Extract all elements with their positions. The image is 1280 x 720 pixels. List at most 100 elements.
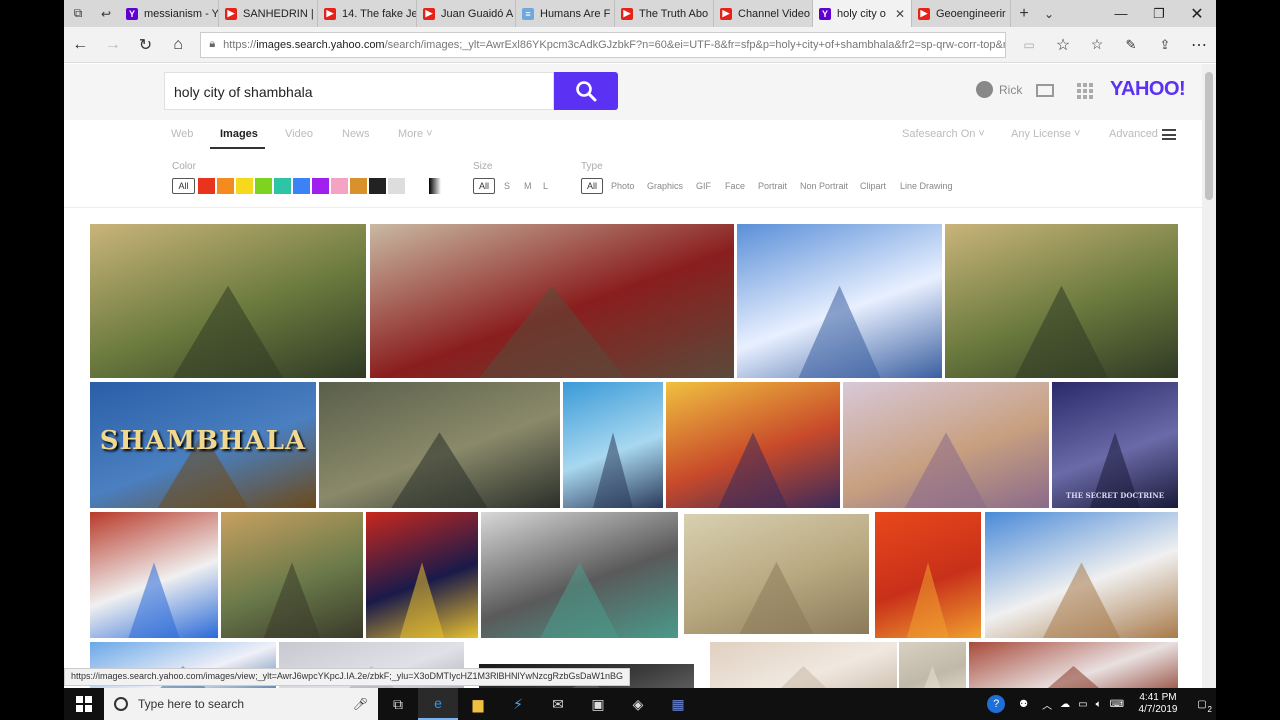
type-nonportrait-option[interactable]: Non Portrait [800,181,848,191]
advanced-link[interactable]: Advanced [1109,128,1158,140]
share-icon[interactable]: ⇪ [1148,27,1182,63]
minimize-button[interactable]: — [1102,0,1140,27]
color-swatch[interactable] [255,178,272,194]
browser-tab[interactable]: Yholy city o ✕ [813,0,912,27]
type-face-option[interactable]: Face [725,181,745,191]
camera-app-icon[interactable]: ▣ [578,688,618,720]
image-thumbnail[interactable] [90,512,218,638]
browser-tab[interactable]: ▶ Juan Guaidó A [417,0,516,27]
apps-grid-icon[interactable] [1077,83,1093,99]
image-thumbnail[interactable] [684,514,869,634]
safesearch-dropdown[interactable]: Safesearch On ˅ [902,128,985,140]
tab-preview-button[interactable]: ⧉ [64,0,92,27]
favorite-star-icon[interactable]: ☆ [1046,27,1080,63]
help-icon[interactable]: ? [987,695,1006,713]
color-bw-swatch[interactable] [429,178,441,194]
color-swatch[interactable] [217,178,234,194]
browser-tab[interactable]: ≡ Humans Are F [516,0,615,27]
new-tab-button[interactable]: + [1011,0,1037,27]
color-swatch[interactable] [388,178,405,194]
type-clipart-option[interactable]: Clipart [860,181,886,191]
nav-more[interactable]: More ˅ [398,128,433,140]
browser-tab[interactable]: ▶ Channel Video [714,0,813,27]
yahoo-logo[interactable]: YAHOO! [1110,78,1186,101]
restore-button[interactable]: ❐ [1140,0,1178,27]
address-bar[interactable]: 🔒︎ https://images.search.yahoo.com/searc… [200,31,1006,58]
image-thumbnail[interactable] [563,382,663,508]
menu-icon[interactable] [1162,129,1176,140]
color-swatch[interactable] [236,178,253,194]
image-thumbnail[interactable] [899,642,966,688]
image-thumbnail[interactable] [366,512,478,638]
battery-icon[interactable]: ▭ [1078,699,1087,710]
image-thumbnail[interactable] [370,224,734,378]
video-app-icon[interactable]: ▦ [658,688,698,720]
mail-icon[interactable] [1036,84,1054,97]
task-view-icon[interactable]: ⧉ [378,688,418,720]
close-tab-icon[interactable]: ✕ [895,7,905,21]
type-gif-option[interactable]: GIF [696,181,711,191]
forward-button[interactable]: → [97,27,130,63]
reading-view-icon[interactable]: ▭ [1012,27,1046,63]
user-account[interactable]: Rick [976,81,1022,98]
type-portrait-option[interactable]: Portrait [758,181,787,191]
browser-tab[interactable]: ▶ SANHEDRIN | [219,0,318,27]
color-swatch[interactable] [274,178,291,194]
image-thumbnail[interactable]: SHAMBHALA [90,382,316,508]
nav-web[interactable]: Web [171,128,193,140]
image-thumbnail[interactable] [843,382,1049,508]
browser-tab[interactable]: ▶ 14. The fake Je [318,0,417,27]
image-thumbnail[interactable]: THE SECRET DOCTRINE [1052,382,1178,508]
image-thumbnail[interactable] [481,512,678,638]
image-thumbnail[interactable] [90,224,366,378]
cloud-icon[interactable]: ☁︎ [1060,699,1070,710]
type-photo-option[interactable]: Photo [611,181,635,191]
nav-news[interactable]: News [342,128,370,140]
browser-tab[interactable]: Ymessianism - Y [120,0,219,27]
microphone-icon[interactable]: 🎤︎ [353,697,368,711]
color-swatch[interactable] [369,178,386,194]
set-aside-tabs-button[interactable]: ↩ [92,0,120,27]
people-icon[interactable]: ⚉ [1019,699,1028,710]
volume-icon[interactable]: 🔈︎ [1096,699,1102,710]
nav-video[interactable]: Video [285,128,313,140]
home-button[interactable]: ⌂ [162,27,195,63]
color-swatch[interactable] [331,178,348,194]
color-all-button[interactable]: All [172,178,195,194]
image-thumbnail[interactable] [875,512,981,638]
tab-list-dropdown[interactable]: ⌄ [1037,0,1061,27]
page-scrollbar[interactable] [1202,64,1216,688]
image-thumbnail[interactable] [969,642,1178,688]
image-thumbnail[interactable] [945,224,1178,378]
clock[interactable]: 4:41 PM 4/7/2019 [1128,692,1188,716]
keyboard-icon[interactable]: ⌨︎ [1110,699,1124,710]
type-all-button[interactable]: All [581,178,603,194]
color-swatch[interactable] [312,178,329,194]
edge-taskbar-icon[interactable]: e [418,688,458,720]
browser-tab[interactable]: ▶ Geoengineerir [912,0,1011,27]
size-large-option[interactable]: L [543,181,548,191]
license-dropdown[interactable]: Any License ˅ [1011,128,1080,140]
close-window-button[interactable]: ✕ [1178,0,1216,27]
more-icon[interactable]: ⋯ [1182,27,1216,63]
back-button[interactable]: ← [64,27,97,63]
type-linedrawing-option[interactable]: Line Drawing [900,181,953,191]
web-note-icon[interactable]: ✎ [1114,27,1148,63]
search-input[interactable]: holy city of shambhala [164,72,554,110]
media-app-icon[interactable]: ⚡︎ [498,688,538,720]
image-thumbnail[interactable] [737,224,942,378]
image-thumbnail[interactable] [221,512,363,638]
nav-images[interactable]: Images [220,128,258,140]
notification-icon[interactable]: ▢ 2 [1188,694,1216,715]
image-thumbnail[interactable] [710,642,897,688]
refresh-button[interactable]: ↻ [129,27,162,63]
browser-tab[interactable]: ▶ The Truth Abo [615,0,714,27]
code-app-icon[interactable]: ◈ [618,688,658,720]
file-explorer-icon[interactable]: ▆ [458,688,498,720]
tray-chevron-icon[interactable]: ︿ [1042,697,1052,712]
type-graphics-option[interactable]: Graphics [647,181,683,191]
color-swatch[interactable] [293,178,310,194]
image-thumbnail[interactable] [319,382,560,508]
mail-taskbar-icon[interactable]: ✉︎ [538,688,578,720]
size-all-button[interactable]: All [473,178,495,194]
